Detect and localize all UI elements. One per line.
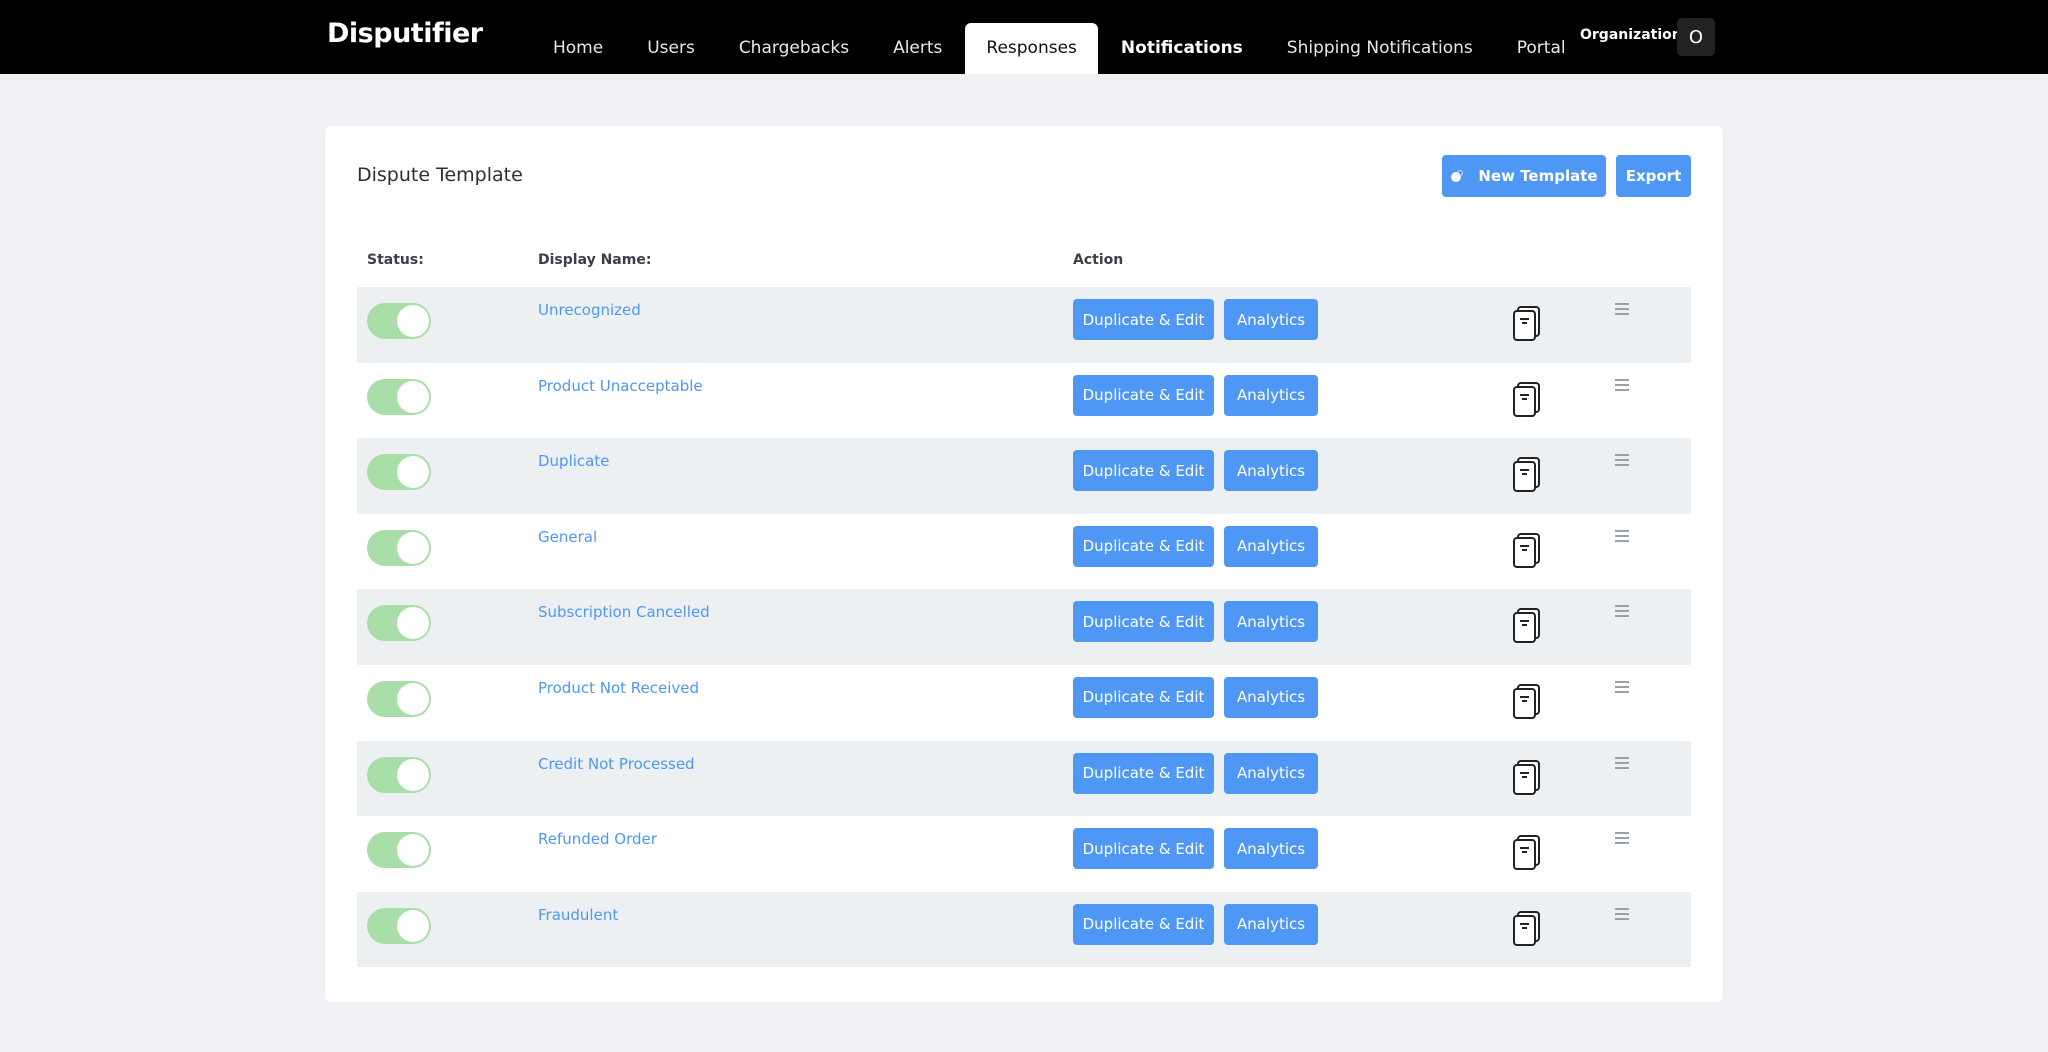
nav-alerts[interactable]: Alerts: [872, 23, 963, 74]
duplicate-edit-button[interactable]: Duplicate & Edit: [1073, 374, 1214, 416]
header-action: Action: [1073, 252, 1124, 268]
nav-chargebacks[interactable]: Chargebacks: [718, 23, 870, 74]
toggle-dot-icon: [1450, 169, 1464, 183]
status-toggle[interactable]: [367, 832, 431, 869]
template-table: Unrecognized Duplicate & Edit Analytics …: [357, 287, 1691, 968]
top-navbar: Disputifier Home Users Chargebacks Alert…: [0, 0, 2048, 74]
template-name-link[interactable]: Product Not Received: [538, 679, 699, 697]
table-row: Duplicate Duplicate & Edit Analytics: [357, 438, 1691, 514]
nav-shipping-notifications[interactable]: Shipping Notifications: [1266, 23, 1494, 74]
template-name-link[interactable]: Unrecognized: [538, 301, 641, 319]
template-name-link[interactable]: Refunded Order: [538, 830, 657, 848]
toggle-knob: [397, 758, 429, 791]
document-stack-icon[interactable]: [1512, 910, 1542, 946]
toggle-knob: [397, 456, 429, 489]
document-stack-icon[interactable]: [1512, 683, 1542, 719]
new-template-button[interactable]: New Template: [1442, 155, 1606, 197]
duplicate-edit-button[interactable]: Duplicate & Edit: [1073, 676, 1214, 718]
duplicate-edit-button[interactable]: Duplicate & Edit: [1073, 299, 1214, 340]
toggle-knob: [397, 531, 429, 564]
toggle-knob: [397, 682, 429, 715]
table-row: Unrecognized Duplicate & Edit Analytics: [357, 287, 1691, 363]
table-row: Credit Not Processed Duplicate & Edit An…: [357, 740, 1691, 817]
nav-users[interactable]: Users: [626, 23, 716, 74]
drag-handle-icon[interactable]: [1614, 830, 1630, 845]
analytics-button[interactable]: Analytics: [1224, 828, 1318, 870]
drag-handle-icon[interactable]: [1614, 603, 1630, 618]
toggle-knob: [397, 305, 429, 337]
status-toggle[interactable]: [367, 529, 431, 566]
document-stack-icon[interactable]: [1512, 305, 1542, 341]
template-name-link[interactable]: Product Unacceptable: [538, 377, 703, 395]
template-name-link[interactable]: Credit Not Processed: [538, 755, 695, 773]
table-header: Status: Display Name: Action: [357, 252, 1691, 274]
document-stack-icon[interactable]: [1512, 532, 1542, 568]
status-toggle[interactable]: [367, 907, 431, 944]
analytics-button[interactable]: Analytics: [1224, 903, 1318, 945]
status-toggle[interactable]: [367, 303, 431, 339]
drag-handle-icon[interactable]: [1614, 452, 1630, 467]
status-toggle[interactable]: [367, 605, 431, 642]
template-name-link[interactable]: Duplicate: [538, 452, 609, 470]
export-button[interactable]: Export: [1616, 155, 1691, 197]
duplicate-edit-button[interactable]: Duplicate & Edit: [1073, 601, 1214, 643]
table-row: Product Not Received Duplicate & Edit An…: [357, 665, 1691, 741]
analytics-button[interactable]: Analytics: [1224, 601, 1318, 643]
new-template-label: New Template: [1478, 167, 1598, 185]
page-title: Dispute Template: [357, 164, 523, 186]
toggle-knob: [397, 909, 429, 942]
analytics-button[interactable]: Analytics: [1224, 450, 1318, 492]
duplicate-edit-button[interactable]: Duplicate & Edit: [1073, 828, 1214, 870]
app-logo[interactable]: Disputifier: [327, 18, 483, 49]
organization-avatar[interactable]: O: [1677, 18, 1715, 56]
organization-label[interactable]: Organization: [1580, 27, 1682, 43]
duplicate-edit-button[interactable]: Duplicate & Edit: [1073, 903, 1214, 945]
document-stack-icon[interactable]: [1512, 381, 1542, 417]
drag-handle-icon[interactable]: [1614, 301, 1630, 315]
table-row: Fraudulent Duplicate & Edit Analytics: [357, 891, 1691, 968]
drag-handle-icon[interactable]: [1614, 679, 1630, 693]
table-row: General Duplicate & Edit Analytics: [357, 514, 1691, 590]
toggle-knob: [397, 834, 429, 867]
analytics-button[interactable]: Analytics: [1224, 374, 1318, 416]
document-stack-icon[interactable]: [1512, 834, 1542, 871]
status-toggle[interactable]: [367, 378, 431, 415]
nav-responses[interactable]: Responses: [965, 23, 1098, 74]
table-row: Product Unacceptable Duplicate & Edit An…: [357, 363, 1691, 439]
toggle-knob: [397, 607, 429, 640]
status-toggle[interactable]: [367, 454, 431, 491]
nav-portal[interactable]: Portal: [1496, 23, 1587, 74]
template-name-link[interactable]: Fraudulent: [538, 906, 618, 924]
drag-handle-icon[interactable]: [1614, 906, 1630, 920]
table-row: Subscription Cancelled Duplicate & Edit …: [357, 589, 1691, 665]
duplicate-edit-button[interactable]: Duplicate & Edit: [1073, 525, 1214, 567]
status-toggle[interactable]: [367, 756, 431, 793]
document-stack-icon[interactable]: [1512, 456, 1542, 493]
nav-notifications[interactable]: Notifications: [1100, 23, 1264, 74]
drag-handle-icon[interactable]: [1614, 755, 1630, 769]
header-status: Status:: [367, 252, 424, 268]
duplicate-edit-button[interactable]: Duplicate & Edit: [1073, 450, 1214, 492]
analytics-button[interactable]: Analytics: [1224, 525, 1318, 567]
drag-handle-icon[interactable]: [1614, 528, 1630, 542]
dispute-template-card: Dispute Template New Template Export Sta…: [325, 126, 1723, 1002]
analytics-button[interactable]: Analytics: [1224, 299, 1318, 340]
drag-handle-icon[interactable]: [1614, 377, 1630, 391]
table-row: Refunded Order Duplicate & Edit Analytic…: [357, 816, 1691, 892]
document-stack-icon[interactable]: [1512, 759, 1542, 795]
status-toggle[interactable]: [367, 680, 431, 717]
main-nav: Home Users Chargebacks Alerts Responses …: [532, 23, 1589, 74]
template-name-link[interactable]: General: [538, 528, 597, 546]
nav-home[interactable]: Home: [532, 23, 624, 74]
analytics-button[interactable]: Analytics: [1224, 752, 1318, 794]
template-name-link[interactable]: Subscription Cancelled: [538, 603, 710, 621]
document-stack-icon[interactable]: [1512, 607, 1542, 644]
duplicate-edit-button[interactable]: Duplicate & Edit: [1073, 752, 1214, 794]
analytics-button[interactable]: Analytics: [1224, 676, 1318, 718]
toggle-knob: [397, 380, 429, 413]
header-display-name: Display Name:: [538, 252, 652, 268]
